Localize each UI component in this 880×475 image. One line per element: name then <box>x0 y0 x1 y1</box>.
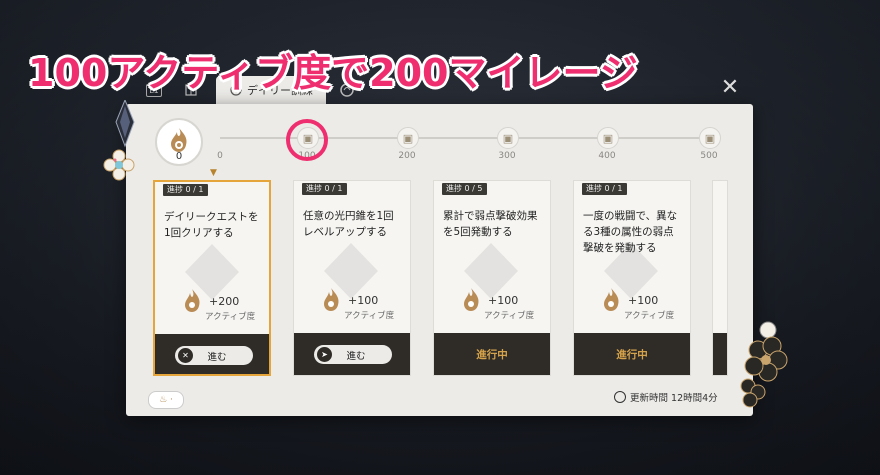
milestone-gift-400[interactable]: ▣ <box>597 127 619 149</box>
gift-icon: ▣ <box>502 131 514 145</box>
milestone-label-400: 400 <box>598 151 616 161</box>
flame-icon: ♨ · <box>159 395 173 405</box>
go-button-label: 進む <box>346 350 366 362</box>
milestone-gift-300[interactable]: ▣ <box>497 127 519 149</box>
crystal-ornament-icon <box>115 100 135 148</box>
gift-icon: ▣ <box>402 131 414 145</box>
highlight-circle <box>286 119 328 161</box>
in-progress-label: 進行中 <box>476 349 508 361</box>
in-progress-label: 進行中 <box>616 349 648 361</box>
card-header: 進捗 0 / 1 <box>155 182 269 198</box>
task-card-partial[interactable] <box>712 180 728 376</box>
flower-cluster-ornament-icon <box>740 321 788 408</box>
reward-value: +100 <box>488 294 519 307</box>
refresh-timer: 更新時間 12時間4分 <box>614 390 718 404</box>
clock-icon <box>614 391 626 403</box>
milestone-gift-200[interactable]: ▣ <box>397 127 419 149</box>
gift-icon: ▣ <box>704 131 716 145</box>
gift-icon: ▣ <box>602 131 614 145</box>
reward-value: +100 <box>628 294 659 307</box>
refresh-time-label: 更新時間 12時間4分 <box>630 393 718 404</box>
milestone-label-300: 300 <box>498 151 516 161</box>
card-header: 進捗 0 / 5 <box>434 181 550 197</box>
reward-unit: アクティブ度 <box>484 311 535 321</box>
task-card[interactable]: 進捗 0 / 1 一度の戦闘で、異なる3種の属性の弱点撃破を発動する +100 … <box>573 180 691 376</box>
task-card[interactable]: 進捗 0 / 5 累計で弱点撃破効果を5回発動する +100 アクティブ度 進行… <box>433 180 551 376</box>
card-footer: 進行中 <box>574 333 690 375</box>
task-progress: 進捗 0 / 1 <box>302 183 347 195</box>
task-card[interactable]: 進捗 0 / 1 デイリークエストを1回クリアする +200 アクティブ度 ✕ 進… <box>153 180 271 376</box>
reward-unit: アクティブ度 <box>344 311 395 321</box>
arrow-right-icon: ➤ <box>317 347 332 362</box>
reward-unit: アクティブ度 <box>205 312 256 322</box>
current-position-marker-icon: ▼ <box>210 168 217 178</box>
card-footer: ✕ 進む <box>155 334 269 374</box>
card-footer: 進行中 <box>434 333 550 375</box>
activity-value: 0 <box>175 151 183 162</box>
flower-ornament-icon <box>103 149 135 181</box>
close-icon[interactable]: ✕ <box>720 77 740 99</box>
flame-icon <box>604 288 619 311</box>
task-card[interactable]: 進捗 0 / 1 任意の光円錐を1回レベルアップする +100 アクティブ度 ➤… <box>293 180 411 376</box>
reward-preview-button[interactable]: ♨ · <box>148 391 184 409</box>
reward-value: +100 <box>348 294 379 307</box>
milestone-label-200: 200 <box>398 151 416 161</box>
go-button[interactable]: ➤ 進む <box>314 345 392 364</box>
activity-badge: 0 <box>155 118 203 166</box>
card-header: 進捗 0 / 1 <box>574 181 690 197</box>
go-button[interactable]: ✕ 進む <box>175 346 253 365</box>
reward-unit: アクティブ度 <box>624 311 675 321</box>
task-description: デイリークエストを1回クリアする <box>164 211 259 239</box>
go-button-label: 進む <box>207 351 227 363</box>
card-header: 進捗 0 / 1 <box>294 181 410 197</box>
milestone-label-500: 500 <box>700 151 718 161</box>
flame-icon <box>185 289 200 312</box>
card-footer: ➤ 進む <box>294 333 410 375</box>
reward-value: +200 <box>209 295 240 308</box>
close-circle-icon: ✕ <box>178 348 193 363</box>
task-progress: 進捗 0 / 1 <box>582 183 627 195</box>
task-progress: 進捗 0 / 1 <box>163 184 208 196</box>
task-description: 任意の光円錐を1回レベルアップする <box>303 210 394 238</box>
flame-icon <box>464 288 479 311</box>
task-progress: 進捗 0 / 5 <box>442 183 487 195</box>
milestone-gift-500[interactable]: ▣ <box>699 127 721 149</box>
promo-banner-text: 100アクティブ度で200マイレージ <box>28 51 638 95</box>
flame-icon <box>324 288 339 311</box>
milestone-label-0: 0 <box>217 151 223 161</box>
task-description: 累計で弱点撃破効果を5回発動する <box>443 210 538 238</box>
